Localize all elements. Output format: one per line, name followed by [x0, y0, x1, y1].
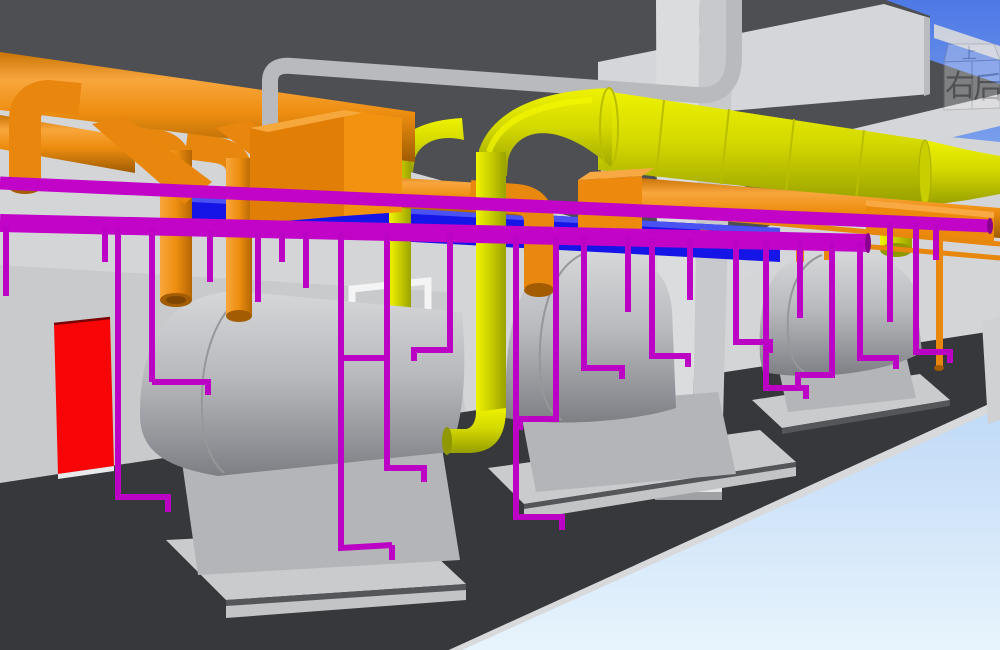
viewcube-top-label[interactable]: 上: [962, 44, 977, 62]
viewcube-right-label[interactable]: 右: [945, 69, 975, 104]
viewcube-back-label[interactable]: 后: [973, 71, 1000, 106]
scene-canvas: 上 右 后: [0, 0, 1000, 650]
3d-model-viewport[interactable]: 上 右 后: [0, 0, 1000, 650]
viewcube[interactable]: 上 右 后: [944, 44, 1000, 110]
orange-junction-box-1: [250, 110, 402, 224]
red-door: [54, 318, 114, 479]
yellow-drop-pipe-2: [476, 152, 506, 418]
